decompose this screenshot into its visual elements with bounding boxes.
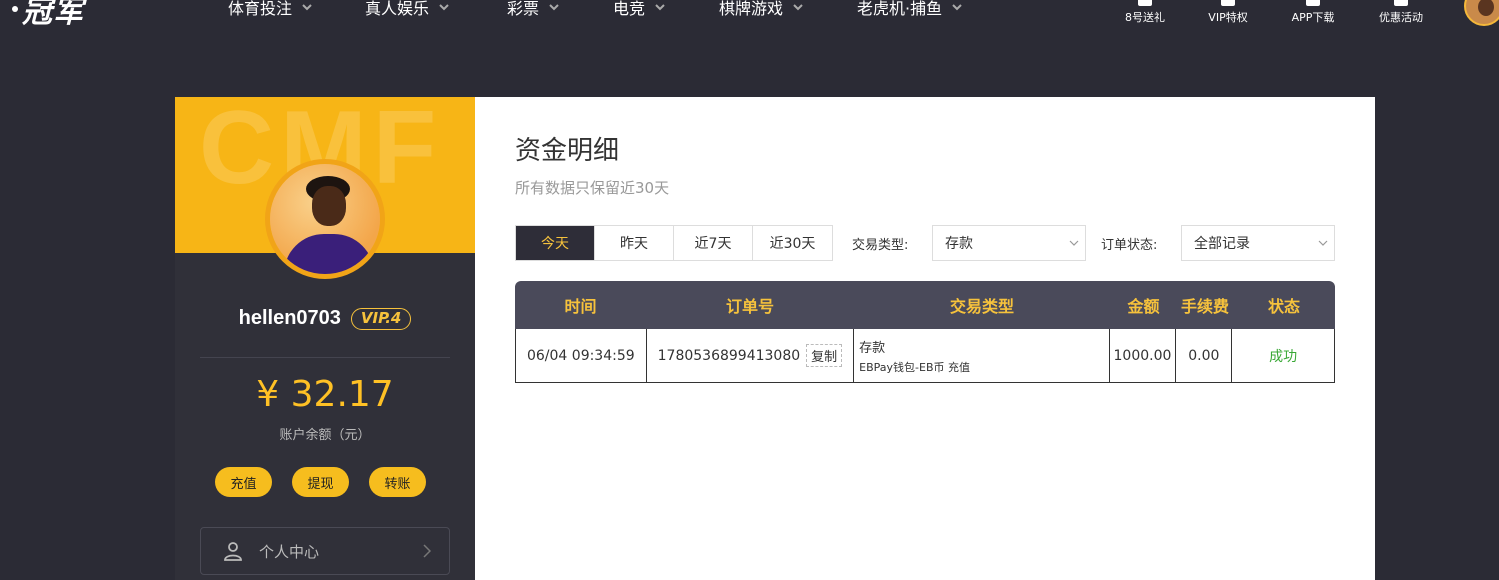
profile-avatar [265, 159, 385, 279]
cell-type: 存款 EBPay钱包-EB币 充值 [854, 329, 1110, 382]
site-logo[interactable]: 冠军 [0, 0, 84, 30]
quick-label: VIP特权 [1208, 11, 1248, 24]
table-header: 时间 订单号 交易类型 金额 手续费 状态 [515, 281, 1335, 329]
cell-fee: 0.00 [1176, 329, 1233, 382]
quick-gift[interactable]: 8号送礼 [1103, 0, 1187, 25]
date-range-tabs: 今天 昨天 近7天 近30天 [515, 225, 833, 261]
nav-live-casino[interactable]: 真人娱乐 [365, 0, 507, 18]
quick-label: APP下载 [1291, 11, 1335, 24]
vip-badge: VIP.4 [350, 307, 412, 330]
chevron-down-icon [952, 2, 962, 12]
filter-type-label: 交易类型: [852, 238, 909, 253]
select-value: 存款 [945, 236, 973, 252]
type-detail: EBPay钱包-EB币 充值 [859, 360, 971, 374]
quick-label: 优惠活动 [1379, 11, 1423, 24]
main-nav: 体育投注 真人娱乐 彩票 电竞 棋牌游戏 老虎机·捕鱼 [228, 0, 962, 18]
avatar-face [1478, 0, 1494, 16]
filter-status-label: 订单状态: [1101, 238, 1158, 253]
fund-details-panel: 资金明细 所有数据只保留近30天 今天 昨天 近7天 近30天 交易类型: 存款… [475, 97, 1375, 580]
deposit-button[interactable]: 充值 [215, 467, 272, 497]
quick-label: 8号送礼 [1125, 11, 1165, 24]
quick-app-download[interactable]: APP下载 [1271, 0, 1355, 25]
user-icon [224, 542, 242, 561]
tab-last-7-days[interactable]: 近7天 [674, 226, 753, 260]
nav-label: 彩票 [507, 0, 540, 18]
chevron-down-icon [655, 2, 665, 12]
cell-order-no: 1780536899413080 复制 [647, 329, 855, 382]
username-row: hellen0703 VIP.4 [175, 307, 475, 330]
page-title: 资金明细 [515, 136, 620, 166]
divider [200, 357, 450, 358]
tab-yesterday[interactable]: 昨天 [595, 226, 674, 260]
nav-chess-cards[interactable]: 棋牌游戏 [719, 0, 857, 18]
logo-text: 冠军 [22, 0, 84, 30]
balance-label: 账户余额（元） [279, 428, 371, 443]
nav-label: 真人娱乐 [365, 0, 430, 18]
header-fee: 手续费 [1180, 297, 1229, 316]
gift-icon [1137, 0, 1153, 6]
user-avatar[interactable] [1464, 0, 1499, 26]
copy-button[interactable]: 复制 [806, 344, 843, 367]
nav-slots-fishing[interactable]: 老虎机·捕鱼 [857, 0, 962, 18]
cell-time: 06/04 09:34:59 [516, 329, 647, 382]
balance-amount: ¥ 32.17 [256, 374, 394, 415]
nav-lottery[interactable]: 彩票 [507, 0, 613, 18]
order-number: 1780536899413080 [657, 347, 801, 364]
chevron-down-icon [302, 2, 312, 12]
nav-label: 棋牌游戏 [719, 0, 784, 18]
quick-vip[interactable]: VIP特权 [1186, 0, 1270, 25]
logo-dot [12, 6, 18, 12]
header-amount: 金额 [1127, 297, 1160, 316]
nav-esports[interactable]: 电竞 [613, 0, 719, 18]
select-value: 全部记录 [1194, 236, 1250, 252]
page-subtitle: 所有数据只保留近30天 [515, 179, 670, 197]
type-name: 存款 [859, 340, 886, 356]
cell-status: 成功 [1269, 348, 1298, 365]
chevron-down-icon [793, 2, 803, 12]
nav-label: 电竞 [613, 0, 646, 18]
table-row: 06/04 09:34:59 1780536899413080 复制 存款 EB… [515, 329, 1335, 383]
username: hellen0703 [238, 307, 341, 329]
tab-last-30-days[interactable]: 近30天 [753, 226, 832, 260]
chevron-right-icon [423, 544, 431, 558]
header-time: 时间 [564, 297, 597, 316]
vip-icon [1220, 0, 1236, 6]
wallet-actions: 充值 提现 转账 [215, 467, 446, 497]
sidebar-item-personal-center[interactable]: 个人中心 [200, 527, 450, 575]
transfer-button[interactable]: 转账 [369, 467, 426, 497]
header-type: 交易类型 [949, 297, 1014, 316]
cell-amount: 1000.00 [1110, 329, 1177, 382]
nav-label: 老虎机·捕鱼 [857, 0, 943, 18]
quick-promotions[interactable]: 优惠活动 [1359, 0, 1443, 25]
account-sidebar: CMF hellen0703 VIP.4 ¥ 32.17 账户余额（元） 充值 … [175, 97, 475, 580]
order-status-select[interactable]: 全部记录 [1181, 225, 1335, 261]
transactions-table: 时间 订单号 交易类型 金额 手续费 状态 06/04 09:34:59 178… [515, 281, 1335, 383]
tab-today[interactable]: 今天 [516, 226, 595, 260]
phone-icon [1305, 0, 1321, 6]
header-order-no: 订单号 [725, 297, 774, 316]
chevron-down-icon [1318, 240, 1328, 246]
nav-label: 体育投注 [228, 0, 293, 18]
withdraw-button[interactable]: 提现 [292, 467, 349, 497]
nav-sports[interactable]: 体育投注 [228, 0, 365, 18]
chevron-down-icon [1069, 240, 1079, 246]
sidebar-item-label: 个人中心 [259, 542, 320, 561]
transaction-type-select[interactable]: 存款 [932, 225, 1086, 261]
chevron-down-icon [439, 2, 449, 12]
header-status: 状态 [1267, 297, 1300, 316]
promo-icon [1393, 0, 1409, 6]
chevron-down-icon [549, 2, 559, 12]
top-bar: 冠军 体育投注 真人娱乐 彩票 电竞 棋牌游戏 老虎机·捕鱼 8号送礼 VIP特… [0, 0, 1499, 40]
